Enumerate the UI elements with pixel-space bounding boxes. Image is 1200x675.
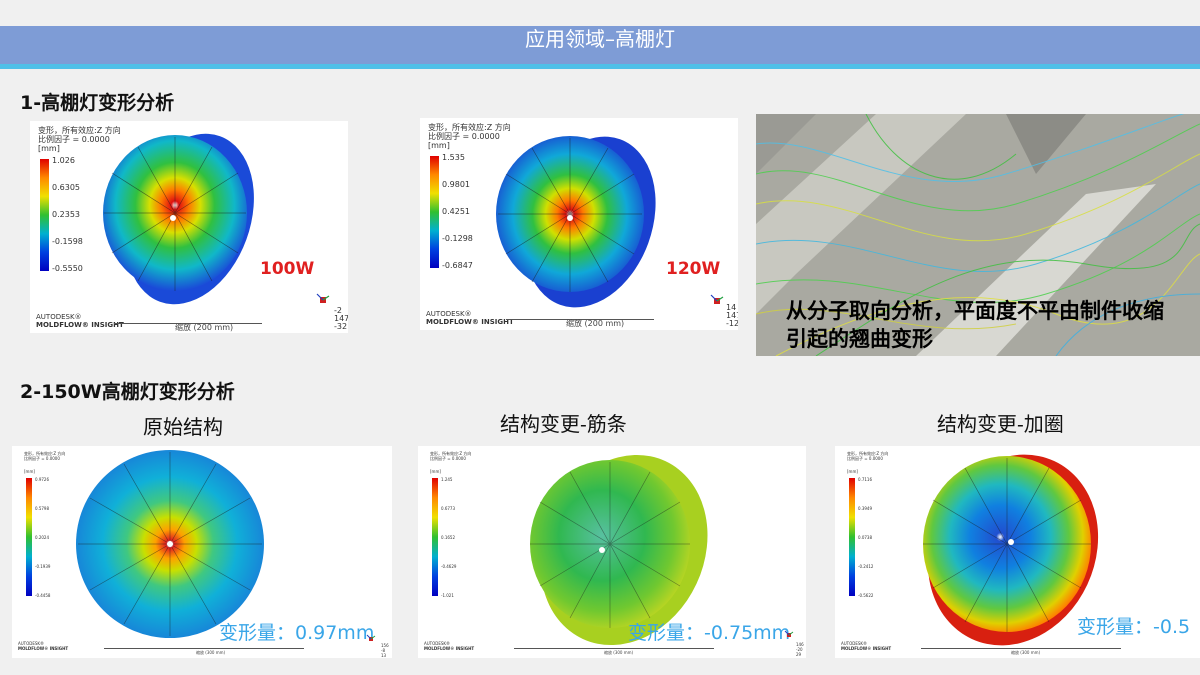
legend-color-bar xyxy=(432,478,438,596)
legend-unit: [mm] xyxy=(38,144,60,153)
slide-title-bar: 应用领域–高棚灯 xyxy=(0,26,1200,64)
scale-bar xyxy=(921,648,1121,649)
legend-unit: [mm] xyxy=(847,469,858,474)
axis-triad-icon xyxy=(366,634,376,641)
simulation-panel-original: 变形，所有效应:Z 方向 比例因子 = 0.0000 [mm] 0.9726 0… xyxy=(12,446,392,658)
section2-heading: 2-150W高棚灯变形分析 xyxy=(20,381,235,403)
triad-value: 29 xyxy=(796,652,802,657)
legend-value: 0.2024 xyxy=(35,535,49,540)
legend-unit: [mm] xyxy=(428,141,450,150)
legend-value: 1.535 xyxy=(442,153,465,162)
lamp-center-hole xyxy=(567,215,573,221)
brand-autodesk: AUTODESK® xyxy=(426,310,472,318)
legend-value: 0.0738 xyxy=(858,535,872,540)
caption-ring: 结构变更-加圈 xyxy=(937,412,1064,436)
lamp-center-hole xyxy=(599,547,605,553)
legend-value: 0.9726 xyxy=(35,477,49,482)
deformation-value: 变形量：0.97mm xyxy=(219,622,375,644)
triad-value: 13 xyxy=(381,653,387,658)
fiber-orientation-image: 从分子取向分析，平面度不平由制件收缩引起的翘曲变形 xyxy=(756,114,1200,356)
legend-value: -0.1298 xyxy=(442,234,473,243)
legend-value: -0.2412 xyxy=(858,564,874,569)
legend-value: -0.1598 xyxy=(52,237,83,246)
lamp-center-hole xyxy=(167,541,173,547)
legend-value: 0.3949 xyxy=(858,506,872,511)
legend-value: 0.1652 xyxy=(441,535,455,540)
legend-value: 0.7116 xyxy=(858,477,872,482)
legend-unit: [mm] xyxy=(24,469,35,474)
caption-original: 原始结构 xyxy=(143,415,223,439)
scale-label: 缩放 (300 mm) xyxy=(1011,650,1041,655)
legend-value: 0.4251 xyxy=(442,207,470,216)
lamp-deformation-render xyxy=(103,133,254,305)
legend-value: 1.026 xyxy=(52,156,75,165)
scale-bar xyxy=(514,648,714,649)
legend-value: -0.6847 xyxy=(442,261,473,270)
legend-scale-factor: 比例因子 = 0.0000 xyxy=(847,456,883,461)
legend-value: 0.6773 xyxy=(441,506,455,511)
power-label: 100W xyxy=(260,259,315,279)
section1-heading: 1-高棚灯变形分析 xyxy=(20,92,175,114)
legend-scale-factor: 比例因子 = 0.0000 xyxy=(24,456,60,461)
legend-unit: [mm] xyxy=(430,469,441,474)
legend-value: -0.5550 xyxy=(52,264,83,273)
scale-bar xyxy=(104,648,304,649)
legend-title: 变形，所有效应:Z 方向 xyxy=(428,123,511,132)
caption-ribs: 结构变更-筋条 xyxy=(500,412,627,436)
axis-triad-icon xyxy=(784,630,794,637)
legend-value: -1.021 xyxy=(441,593,454,598)
legend-title: 变形，所有效应:Z 方向 xyxy=(38,126,121,135)
triad-value: -12 xyxy=(726,319,738,328)
scale-label: 缩放 (300 mm) xyxy=(604,650,634,655)
legend-value: 0.6305 xyxy=(52,183,80,192)
brand-moldflow: MOLDFLOW® INSIGHT xyxy=(426,318,514,326)
legend-color-bar xyxy=(26,478,32,596)
legend-value: -0.1939 xyxy=(35,564,51,569)
legend-color-bar xyxy=(849,478,855,596)
legend-scale-factor: 比例因子 = 0.0000 xyxy=(38,135,110,144)
brand-moldflow: MOLDFLOW® INSIGHT xyxy=(424,646,475,651)
legend-value: 1.245 xyxy=(441,477,453,482)
title-underline xyxy=(0,64,1200,69)
brand-moldflow: MOLDFLOW® INSIGHT xyxy=(841,646,892,651)
legend-value: -0.5622 xyxy=(858,593,874,598)
simulation-panel-ring: 变形，所有效应:Z 方向 比例因子 = 0.0000 [mm] 0.7116 0… xyxy=(835,446,1200,658)
lamp-center-hole xyxy=(1008,539,1014,545)
legend-value: 0.5798 xyxy=(35,506,49,511)
brand-autodesk: AUTODESK® xyxy=(36,313,82,321)
legend-color-bar xyxy=(40,159,49,271)
orientation-analysis-text: 从分子取向分析，平面度不平由制件收缩引起的翘曲变形 xyxy=(786,299,1164,351)
legend-value: 0.2353 xyxy=(52,210,80,219)
brand-moldflow: MOLDFLOW® INSIGHT xyxy=(18,646,69,651)
deformation-value: 变形量：-0.75mm xyxy=(628,622,791,644)
triad-value: -32 xyxy=(334,322,348,331)
legend-value: -0.4458 xyxy=(35,593,51,598)
deformation-value: 变形量：-0.5 xyxy=(1077,616,1191,638)
lamp-deformation-render xyxy=(496,136,656,308)
legend-color-bar xyxy=(430,156,439,268)
axis-triad-icon xyxy=(710,294,724,304)
axis-triad-icon xyxy=(316,293,330,303)
legend-scale-factor: 比例因子 = 0.0000 xyxy=(430,456,466,461)
legend-scale-factor: 比例因子 = 0.0000 xyxy=(428,132,500,141)
slide-title: 应用领域–高棚灯 xyxy=(525,27,675,51)
legend-value: 0.9801 xyxy=(442,180,470,189)
legend-value: -0.4629 xyxy=(441,564,457,569)
simulation-panel-100w: 变形，所有效应:Z 方向 比例因子 = 0.0000 [mm] 1.026 0.… xyxy=(30,121,348,333)
brand-moldflow: MOLDFLOW® INSIGHT xyxy=(36,321,124,329)
power-label: 120W xyxy=(666,259,721,279)
scale-label: 缩放 (300 mm) xyxy=(196,650,226,655)
simulation-panel-ribs: 变形，所有效应:Z 方向 比例因子 = 0.0000 [mm] 1.245 0.… xyxy=(418,446,806,658)
simulation-panel-120w: 变形，所有效应:Z 方向 比例因子 = 0.0000 [mm] 1.535 0.… xyxy=(420,118,738,330)
lamp-center-hole xyxy=(170,215,176,221)
scale-label: 缩放 (200 mm) xyxy=(175,323,234,332)
scale-label: 缩放 (200 mm) xyxy=(566,319,625,328)
